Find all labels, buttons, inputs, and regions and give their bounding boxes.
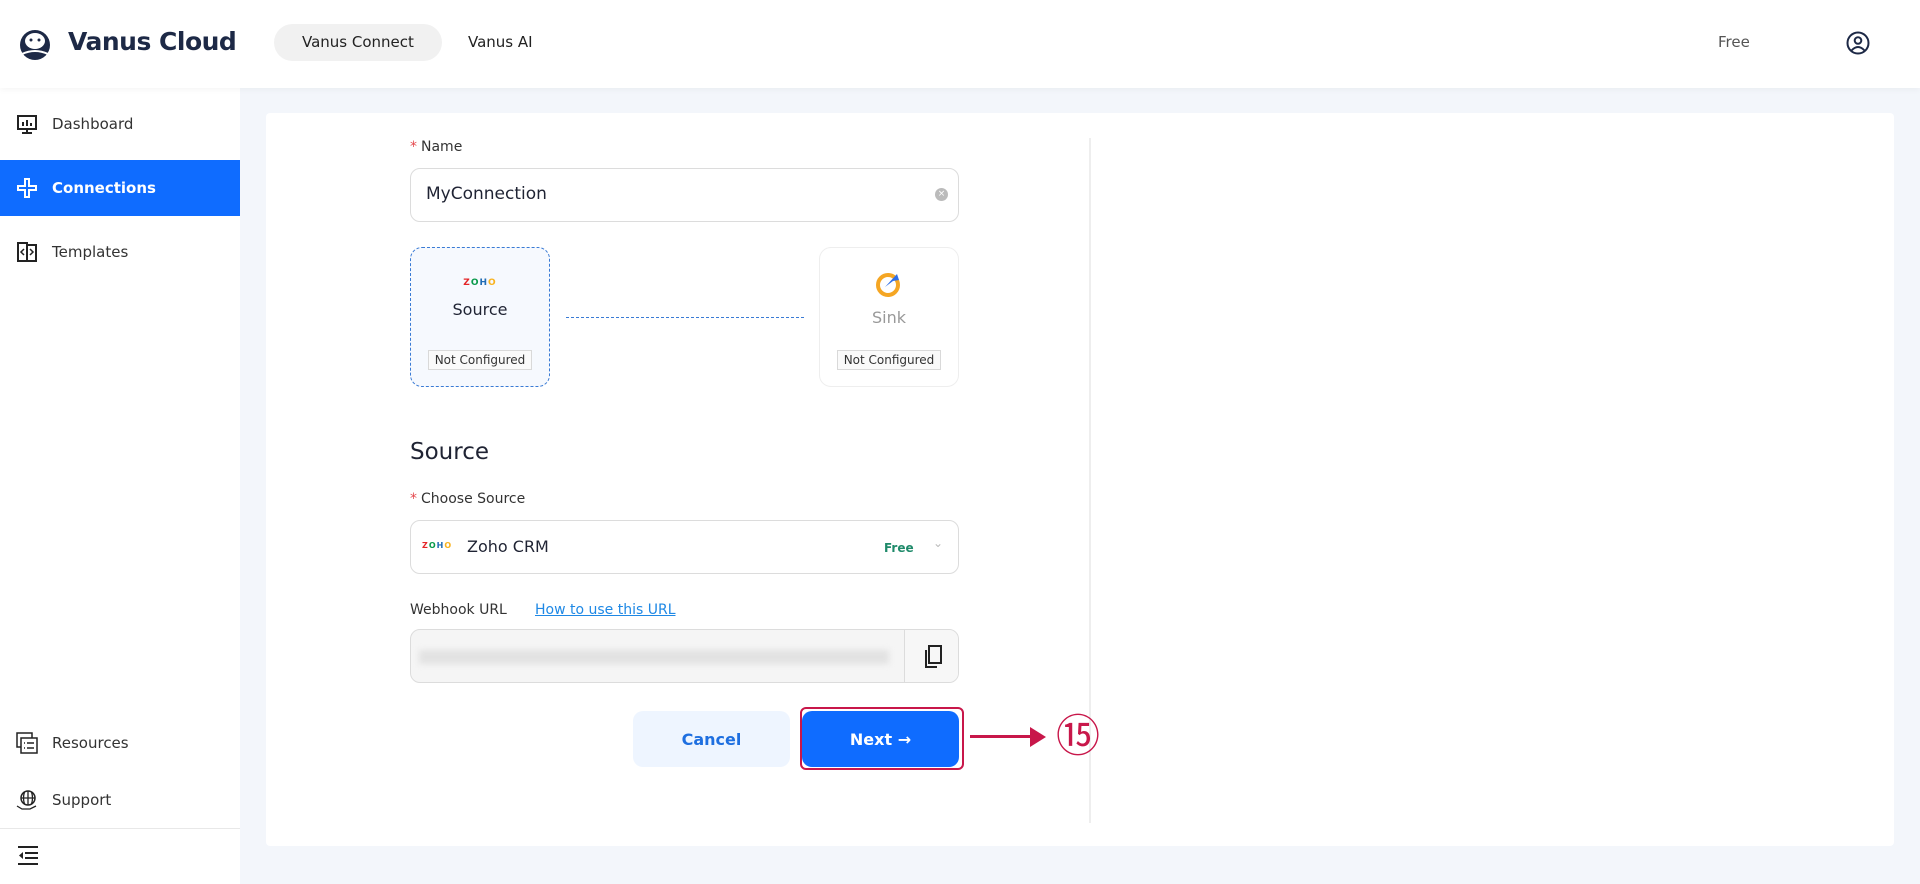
plan-label[interactable]: Free — [1718, 33, 1750, 51]
brand-name: Vanus Cloud — [68, 27, 237, 56]
top-header: Vanus Cloud Vanus Connect Vanus AI Free — [0, 0, 1920, 88]
arrow-head-icon — [1030, 727, 1046, 747]
webhook-url-field[interactable] — [410, 629, 959, 683]
sidebar-divider — [0, 828, 240, 829]
copy-button[interactable] — [904, 630, 958, 682]
connector-line — [566, 317, 804, 318]
support-icon — [16, 790, 37, 810]
name-input[interactable]: MyConnection × — [410, 168, 959, 222]
source-status-badge: Not Configured — [427, 350, 533, 370]
templates-icon — [17, 242, 37, 262]
zoho-logo-icon: ZOHO — [463, 278, 497, 288]
sidebar-item-templates[interactable]: Templates — [0, 224, 240, 280]
blurred-url — [419, 650, 889, 664]
step-number-annotation: ⑮ — [1056, 711, 1100, 762]
choose-source-select[interactable]: ZOHO Zoho CRM Free ⌄ — [410, 520, 959, 574]
how-to-use-url-link[interactable]: How to use this URL — [535, 602, 676, 618]
sink-status-badge: Not Configured — [836, 350, 942, 370]
annotation-arrow — [970, 735, 1034, 738]
sidebar-item-resources[interactable]: Resources — [0, 715, 240, 771]
tab-vanus-connect[interactable]: Vanus Connect — [274, 24, 442, 61]
choose-source-label: * Choose Source — [410, 491, 526, 507]
sidebar-item-label: Templates — [52, 243, 129, 261]
connection-form-card: * Name MyConnection × ZOHO Source Not Con… — [266, 113, 1894, 846]
free-badge: Free — [884, 541, 914, 555]
copy-icon — [925, 645, 942, 668]
sidebar-item-connections[interactable]: Connections — [0, 160, 240, 216]
sidebar: Dashboard Connections Templates Resource… — [0, 88, 240, 884]
section-title: Source — [410, 439, 489, 465]
clear-icon[interactable]: × — [935, 188, 948, 201]
otter-logo-icon — [20, 30, 50, 60]
sink-node-label: Sink — [871, 308, 906, 327]
user-avatar-icon[interactable] — [1846, 31, 1870, 55]
source-node[interactable]: ZOHO Source Not Configured — [410, 247, 550, 387]
sidebar-item-label: Support — [52, 791, 112, 809]
source-node-label: Source — [452, 300, 508, 319]
sink-logo-icon — [876, 273, 900, 297]
tab-vanus-ai[interactable]: Vanus AI — [440, 24, 561, 61]
next-button[interactable]: Next → — [802, 711, 959, 767]
sidebar-item-label: Dashboard — [52, 115, 134, 133]
collapse-sidebar-icon[interactable] — [17, 844, 39, 866]
connections-icon — [17, 178, 37, 198]
sink-node[interactable]: Sink Not Configured — [819, 247, 959, 387]
sidebar-item-label: Connections — [52, 179, 156, 197]
chevron-down-icon: ⌄ — [933, 536, 944, 550]
cancel-button[interactable]: Cancel — [633, 711, 790, 767]
sidebar-item-dashboard[interactable]: Dashboard — [0, 96, 240, 152]
webhook-url-label: Webhook URL — [410, 602, 507, 618]
zoho-logo-icon: ZOHO — [422, 541, 453, 550]
sidebar-item-label: Resources — [52, 734, 129, 752]
name-label: * Name — [410, 139, 463, 155]
sidebar-item-support[interactable]: Support — [0, 772, 240, 828]
dashboard-icon — [17, 115, 37, 134]
resources-icon — [16, 732, 38, 754]
